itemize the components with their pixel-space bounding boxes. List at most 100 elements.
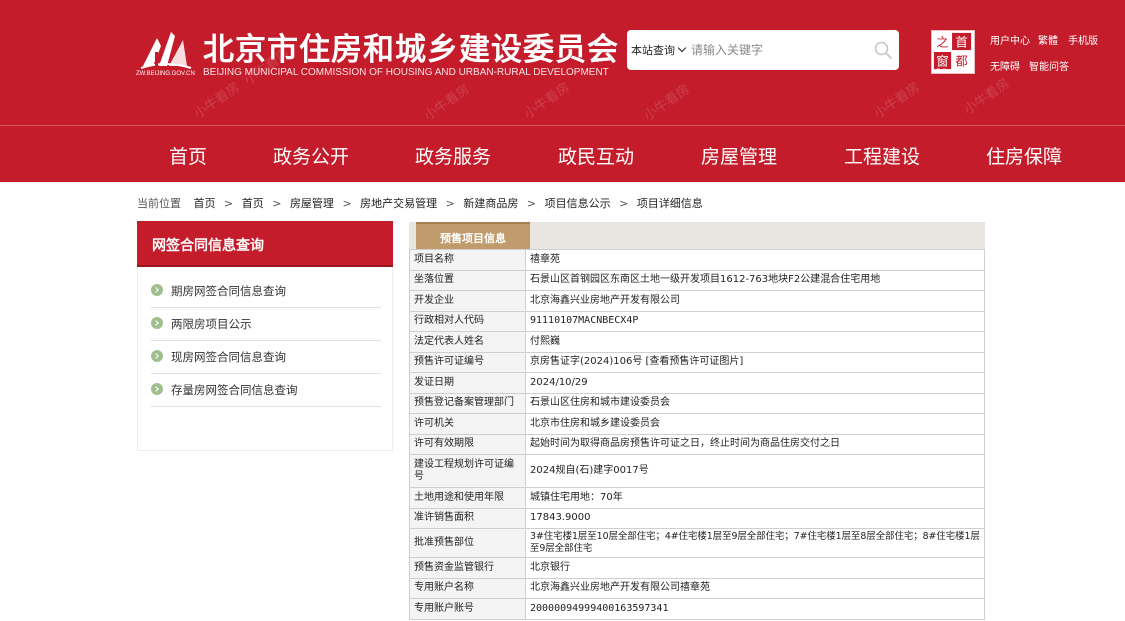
table-row: 专用账户名称 北京海鑫兴业房地产开发有限公司禧章苑 [409, 577, 985, 599]
search-bar: 本站查询 [627, 30, 899, 70]
row-value: 北京市住房和城乡建设委员会 [525, 413, 985, 435]
table-row: 预售登记备案管理部门 石景山区住房和城市建设委员会 [409, 392, 985, 414]
view-license-image-link[interactable]: [查看预售许可证图片] [646, 356, 744, 367]
bullet-arrow-icon [151, 383, 163, 395]
watermark: 小牛看房 [521, 80, 573, 123]
smart-qa-link[interactable]: 智能问答 [1029, 58, 1069, 73]
table-row: 建设工程规划许可证编号 2024规自(石)建字0017号 [409, 454, 985, 488]
breadcrumb-separator: > [526, 197, 537, 210]
row-value: 20000094999400163597341 [525, 598, 985, 620]
table-row: 坐落位置 石景山区首钢园区东南区土地一级开发项目1612-763地块F2公建混合住… [409, 269, 985, 291]
site-domain: ZW.BEIJING.GOV.CN [136, 71, 195, 77]
capital-window-icon: 之 首 窗 都 [933, 32, 972, 70]
row-value: 石景山区住房和城市建设委员会 [525, 392, 985, 414]
table-row: 项目名称 禧章苑 [409, 249, 985, 271]
breadcrumb: 当前位置 首页 > 首页 > 房屋管理 > 房地产交易管理 > 新建商品房 > … [137, 195, 703, 211]
breadcrumb-item[interactable]: 房地产交易管理 [360, 197, 437, 210]
breadcrumb-label: 当前位置 [137, 197, 181, 210]
sidebar: 网签合同信息查询 期房网签合同信息查询 两限房项目公示 现房网签合同信息查询 存… [137, 221, 393, 451]
capital-char: 首 [955, 34, 967, 49]
watermark: 小牛看房 [421, 82, 473, 125]
row-value: 起始时间为取得商品房预售许可证之日，终止时间为商品住房交付之日 [525, 433, 985, 455]
breadcrumb-item[interactable]: 首页 [194, 197, 216, 210]
user-center-link[interactable]: 用户中心 [990, 32, 1030, 47]
table-row: 发证日期 2024/10/29 [409, 372, 985, 394]
row-key: 许可机关 [409, 413, 526, 435]
row-key: 批准预售部位 [409, 528, 526, 558]
presale-info-panel: 预售项目信息 项目名称 禧章苑 坐落位置 石景山区首钢园区东南区土地一级开发项目16… [409, 222, 985, 621]
row-value: 2024规自(石)建字0017号 [525, 454, 985, 488]
capital-char: 都 [955, 53, 967, 68]
row-value: 北京海鑫兴业房地产开发有限公司禧章苑 [525, 577, 985, 599]
sidebar-item-label: 存量房网签合同信息查询 [171, 383, 298, 397]
site-title[interactable]: 北京市住房和城乡建设委员会 [203, 24, 619, 69]
row-key: 预售资金监管银行 [409, 557, 526, 579]
panel-tabbar: 预售项目信息 [409, 222, 985, 250]
breadcrumb-current[interactable]: 项目详细信息 [637, 197, 703, 210]
table-row: 批准预售部位 3#住宅楼1层至10层全部住宅；4#住宅楼1层至9层全部住宅；7#住… [409, 528, 985, 558]
breadcrumb-item[interactable]: 新建商品房 [463, 197, 518, 210]
row-key: 建设工程规划许可证编号 [409, 454, 526, 488]
bullet-arrow-icon [151, 317, 163, 329]
breadcrumb-item[interactable]: 首页 [242, 197, 264, 210]
row-key: 法定代表人姓名 [409, 331, 526, 353]
search-icon[interactable] [873, 40, 893, 60]
watermark: 小牛看房 [961, 76, 1013, 119]
accessibility-link[interactable]: 无障碍 [990, 58, 1020, 73]
table-row: 预售许可证编号 京房售证字(2024)106号 [查看预售许可证图片] [409, 351, 985, 373]
row-value: 禧章苑 [525, 249, 985, 271]
row-value: 北京银行 [525, 557, 985, 579]
nav-item-home[interactable]: 首页 [169, 142, 207, 169]
table-row: 预售资金监管银行 北京银行 [409, 557, 985, 579]
breadcrumb-separator: > [445, 197, 455, 210]
table-row: 许可机关 北京市住房和城乡建设委员会 [409, 413, 985, 435]
row-value: 91110107MACNBECX4P [525, 310, 985, 332]
search-scope-label: 本站查询 [631, 44, 675, 57]
header-banner: 小牛看房 小牛看房 小牛看房 小牛看房 小牛看房 小牛看房 小牛看房 ZW.BE… [0, 0, 1125, 125]
search-scope-select[interactable]: 本站查询 [631, 42, 687, 58]
table-row: 专用账户账号 20000094999400163597341 [409, 598, 985, 620]
nav-item-construction[interactable]: 工程建设 [844, 142, 920, 169]
sidebar-list: 期房网签合同信息查询 两限房项目公示 现房网签合同信息查询 存量房网签合同信息查… [137, 267, 393, 451]
sidebar-item-second-hand-contract-query[interactable]: 存量房网签合同信息查询 [151, 374, 381, 407]
row-key: 预售登记备案管理部门 [409, 392, 526, 414]
traditional-chinese-link[interactable]: 繁體 [1038, 32, 1058, 47]
nav-item-housing-security[interactable]: 住房保障 [986, 142, 1062, 169]
nav-item-public-interaction[interactable]: 政民互动 [558, 142, 634, 169]
breadcrumb-item[interactable]: 项目信息公示 [545, 197, 611, 210]
sidebar-item-existing-housing-contract-query[interactable]: 现房网签合同信息查询 [151, 341, 381, 374]
watermark: 小牛看房 [871, 80, 923, 123]
sidebar-item-limited-price-housing[interactable]: 两限房项目公示 [151, 308, 381, 341]
bullet-arrow-icon [151, 284, 163, 296]
bullet-arrow-icon [151, 350, 163, 362]
row-value: 城镇住宅用地：70年 [525, 487, 985, 509]
site-header: 小牛看房 小牛看房 小牛看房 小牛看房 小牛看房 小牛看房 小牛看房 ZW.BE… [0, 0, 1125, 182]
breadcrumb-item[interactable]: 房屋管理 [290, 197, 334, 210]
sidebar-item-presale-contract-query[interactable]: 期房网签合同信息查询 [151, 275, 381, 308]
row-value: 2024/10/29 [525, 372, 985, 394]
nav-item-housing-management[interactable]: 房屋管理 [701, 142, 777, 169]
table-row: 土地用途和使用年限 城镇住宅用地：70年 [409, 487, 985, 509]
nav-item-government-services[interactable]: 政务服务 [415, 142, 491, 169]
sidebar-item-label: 期房网签合同信息查询 [171, 284, 286, 298]
table-row: 法定代表人姓名 付熙巍 [409, 331, 985, 353]
tab-presale-project-info[interactable]: 预售项目信息 [416, 222, 530, 250]
table-row: 开发企业 北京海鑫兴业房地产开发有限公司 [409, 290, 985, 312]
capital-char: 窗 [936, 53, 948, 68]
sidebar-item-label: 两限房项目公示 [171, 317, 252, 331]
breadcrumb-separator: > [619, 197, 629, 210]
row-key: 坐落位置 [409, 269, 526, 291]
row-key: 许可有效期限 [409, 433, 526, 455]
search-input[interactable] [691, 39, 861, 61]
capital-window-caption: Beijing • China [936, 68, 970, 74]
row-value-cell: 京房售证字(2024)106号 [查看预售许可证图片] [525, 351, 985, 373]
nav-item-government-affairs[interactable]: 政务公开 [273, 142, 349, 169]
mobile-version-link[interactable]: 手机版 [1068, 32, 1098, 47]
breadcrumb-separator: > [342, 197, 352, 210]
row-value: 17843.9000 [525, 507, 985, 529]
site-subtitle: BEIJING MUNICIPAL COMMISSION OF HOUSING … [203, 67, 609, 78]
watermark: 小牛看房 [641, 82, 693, 125]
row-value: 北京海鑫兴业房地产开发有限公司 [525, 290, 985, 312]
main-nav: 首页 政务公开 政务服务 政民互动 房屋管理 工程建设 住房保障 [0, 126, 1125, 182]
tab-label: 预售项目信息 [440, 232, 506, 245]
